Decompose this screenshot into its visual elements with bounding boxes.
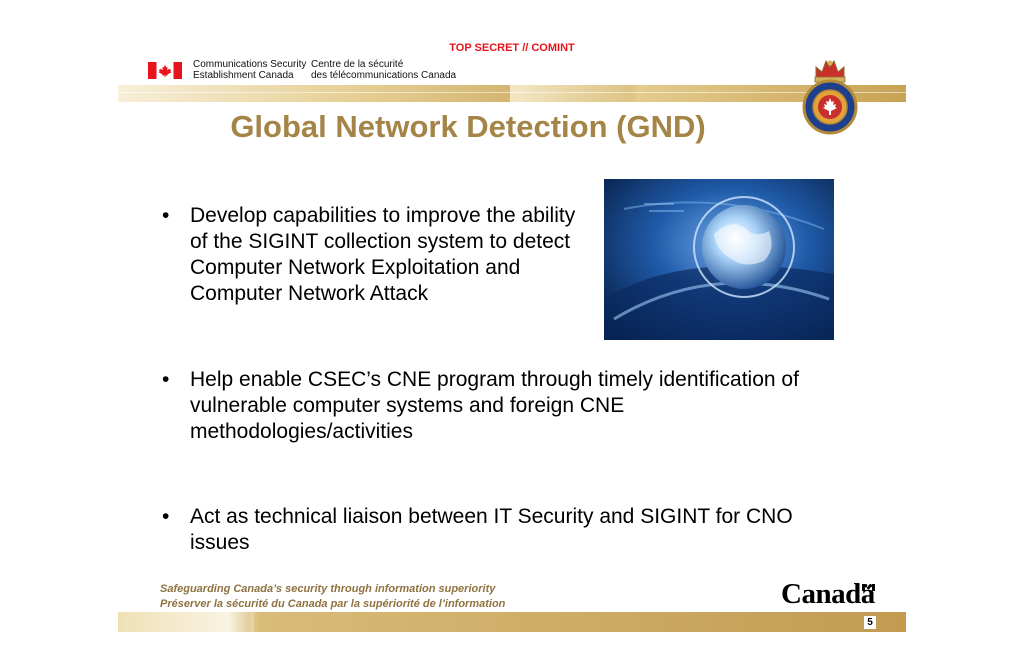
footer-decorative-bar (118, 612, 906, 632)
canada-wordmark-flag-icon (862, 584, 875, 591)
bullet-text: Act as technical liaison between IT Secu… (190, 505, 793, 554)
header-decorative-bar (118, 85, 906, 102)
bullet-marker: • (162, 368, 170, 391)
globe-image (604, 179, 834, 340)
agency-name-english-line2: Establishment Canada (193, 70, 294, 81)
agency-name-french: Centre de la sécurité des télécommunicat… (311, 59, 456, 81)
tagline-english: Safeguarding Canada’s security through i… (160, 583, 496, 595)
bullet-marker: • (162, 204, 170, 227)
header-bar-line (118, 92, 906, 93)
bullet-item: • Help enable CSEC’s CNE program through… (162, 367, 850, 445)
bullet-item: • Develop capabilities to improve the ab… (162, 203, 590, 307)
footer-bar-segment (250, 612, 254, 632)
tagline-french: Préserver la sécurité du Canada par la s… (160, 598, 506, 610)
bullet-text: Help enable CSEC’s CNE program through t… (190, 368, 799, 443)
canada-wordmark: Canadä (781, 578, 875, 610)
bullet-marker: • (162, 505, 170, 528)
agency-name-english-line1: Communications Security (193, 59, 307, 70)
slide-title: Global Network Detection (GND) (230, 109, 706, 144)
canada-flag-icon (148, 62, 182, 79)
agency-name-french-line1: Centre de la sécurité (311, 59, 404, 70)
bullet-item: • Act as technical liaison between IT Se… (162, 504, 850, 556)
classification-marking: TOP SECRET // COMINT (449, 42, 575, 54)
footer-tagline: Safeguarding Canada’s security through i… (160, 582, 505, 612)
agency-name-english: Communications Security Establishment Ca… (193, 59, 306, 81)
agency-name-french-line2: des télécommunications Canada (311, 70, 457, 81)
bullet-text: Develop capabilities to improve the abil… (190, 204, 576, 305)
header-bar-segment (510, 85, 630, 102)
page-number: 5 (864, 616, 876, 629)
